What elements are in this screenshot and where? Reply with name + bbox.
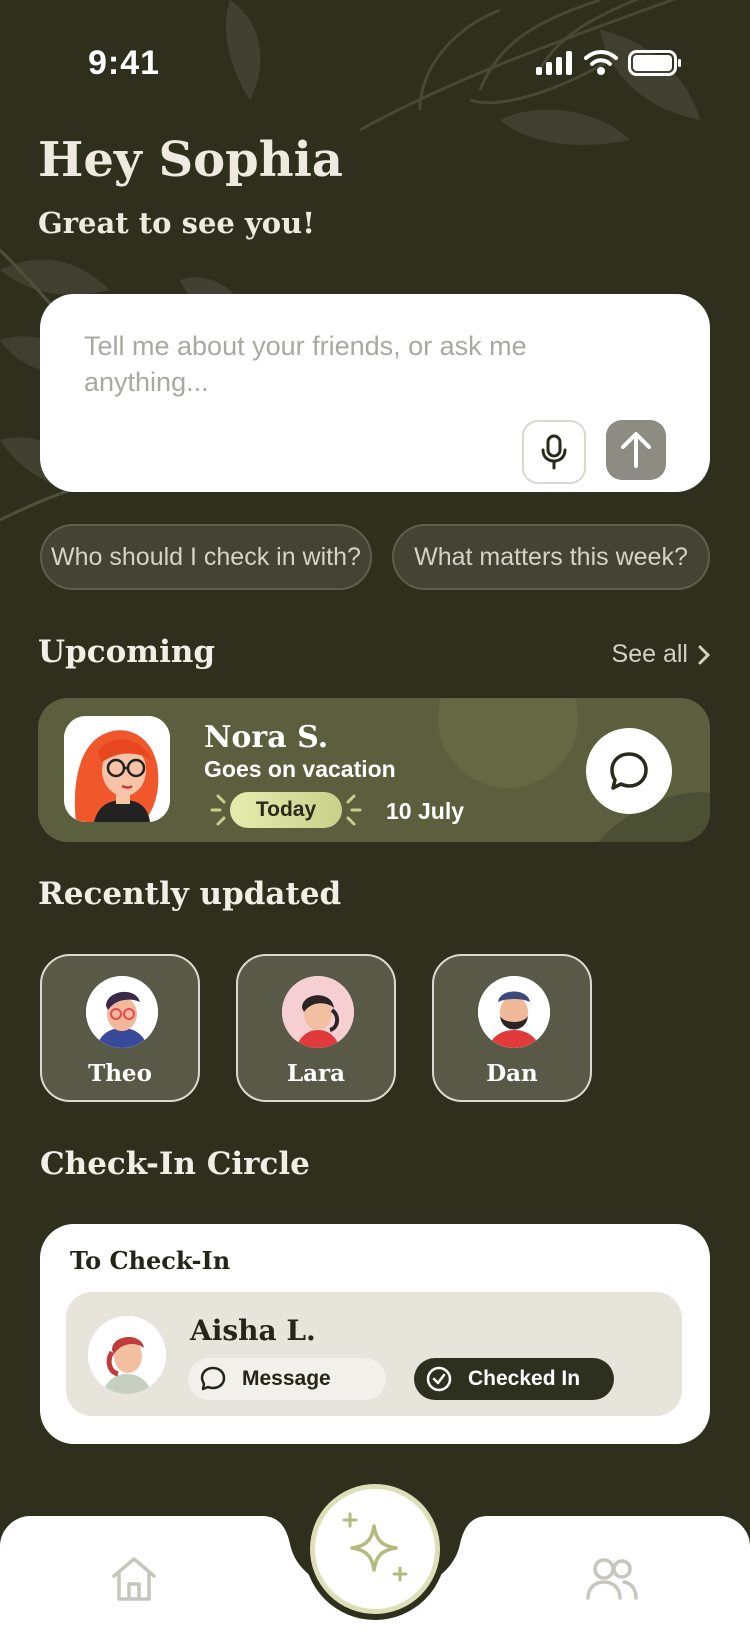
- recent-name-dan: Dan: [486, 1060, 538, 1087]
- upcoming-name: Nora S.: [204, 720, 329, 755]
- checkin-card: To Check-In Aisha L. Message Checked In: [40, 1224, 710, 1444]
- battery-icon: [628, 50, 681, 76]
- avatar-dan: [478, 976, 550, 1048]
- tab-home[interactable]: [110, 1556, 158, 1607]
- recent-name-theo: Theo: [88, 1060, 152, 1087]
- chevron-right-icon: [698, 645, 710, 664]
- see-all-link[interactable]: See all: [612, 640, 710, 669]
- upcoming-date: 10 July: [386, 798, 464, 824]
- mic-icon: [541, 434, 567, 470]
- recent-title: Recently updated: [38, 876, 342, 912]
- suggestion-chip-this-week[interactable]: What matters this week?: [392, 524, 710, 590]
- avatar-aisha: [88, 1316, 166, 1394]
- upcoming-card[interactable]: Nora S. Goes on vacation Today 10 July: [38, 698, 710, 842]
- see-all-label: See all: [611, 640, 688, 668]
- checkin-card-label: To Check-In: [70, 1246, 231, 1275]
- status-time: 9:41: [88, 44, 161, 82]
- recent-person-dan[interactable]: Dan: [432, 954, 592, 1102]
- greeting-subtitle: Great to see you!: [38, 206, 315, 240]
- home-icon: [112, 1557, 156, 1601]
- recent-name-lara: Lara: [286, 1060, 346, 1087]
- checkin-row[interactable]: Aisha L. Message Checked In: [66, 1292, 682, 1416]
- send-button[interactable]: [606, 420, 666, 480]
- checkin-circle-title: Check-In Circle: [40, 1146, 310, 1182]
- checked-in-button[interactable]: Checked In: [414, 1358, 614, 1400]
- recent-person-theo[interactable]: Theo: [40, 954, 200, 1102]
- status-icons: [536, 50, 682, 76]
- checkin-person-name: Aisha L.: [190, 1314, 316, 1347]
- home-screen: 9:41 Hey Sophia Great to see you! Tell m…: [0, 0, 750, 1652]
- ask-input[interactable]: Tell me about your friends, or ask me an…: [84, 328, 590, 400]
- upcoming-description: Goes on vacation: [204, 756, 396, 782]
- ai-assistant-button[interactable]: [304, 1478, 446, 1620]
- arrow-up-icon: [621, 432, 651, 468]
- greeting-title: Hey Sophia: [38, 132, 343, 188]
- ask-input-card[interactable]: Tell me about your friends, or ask me an…: [40, 294, 710, 492]
- sparkle-icon: [342, 1512, 408, 1582]
- voice-input-button[interactable]: [522, 420, 586, 484]
- wifi-icon: [584, 50, 618, 75]
- today-badge: Today: [230, 792, 342, 828]
- message-button[interactable]: Message: [188, 1358, 386, 1400]
- avatar-theo: [86, 976, 158, 1048]
- avatar-lara: [282, 976, 354, 1048]
- upcoming-chat-button[interactable]: [586, 728, 672, 814]
- message-label: Message: [242, 1367, 331, 1390]
- chat-bubble-icon: [610, 752, 648, 790]
- chat-bubble-icon: [200, 1366, 226, 1391]
- avatar-nora: [64, 716, 170, 822]
- recent-person-lara[interactable]: Lara: [236, 954, 396, 1102]
- upcoming-title: Upcoming: [38, 634, 216, 670]
- people-icon: [586, 1558, 638, 1600]
- check-circle-icon: [426, 1366, 452, 1392]
- suggestion-chip-check-in[interactable]: Who should I check in with?: [40, 524, 372, 590]
- checked-in-label: Checked In: [468, 1367, 581, 1390]
- ai-assistant-inner: [310, 1484, 440, 1614]
- tab-people[interactable]: [586, 1556, 638, 1605]
- signal-icon: [536, 51, 572, 75]
